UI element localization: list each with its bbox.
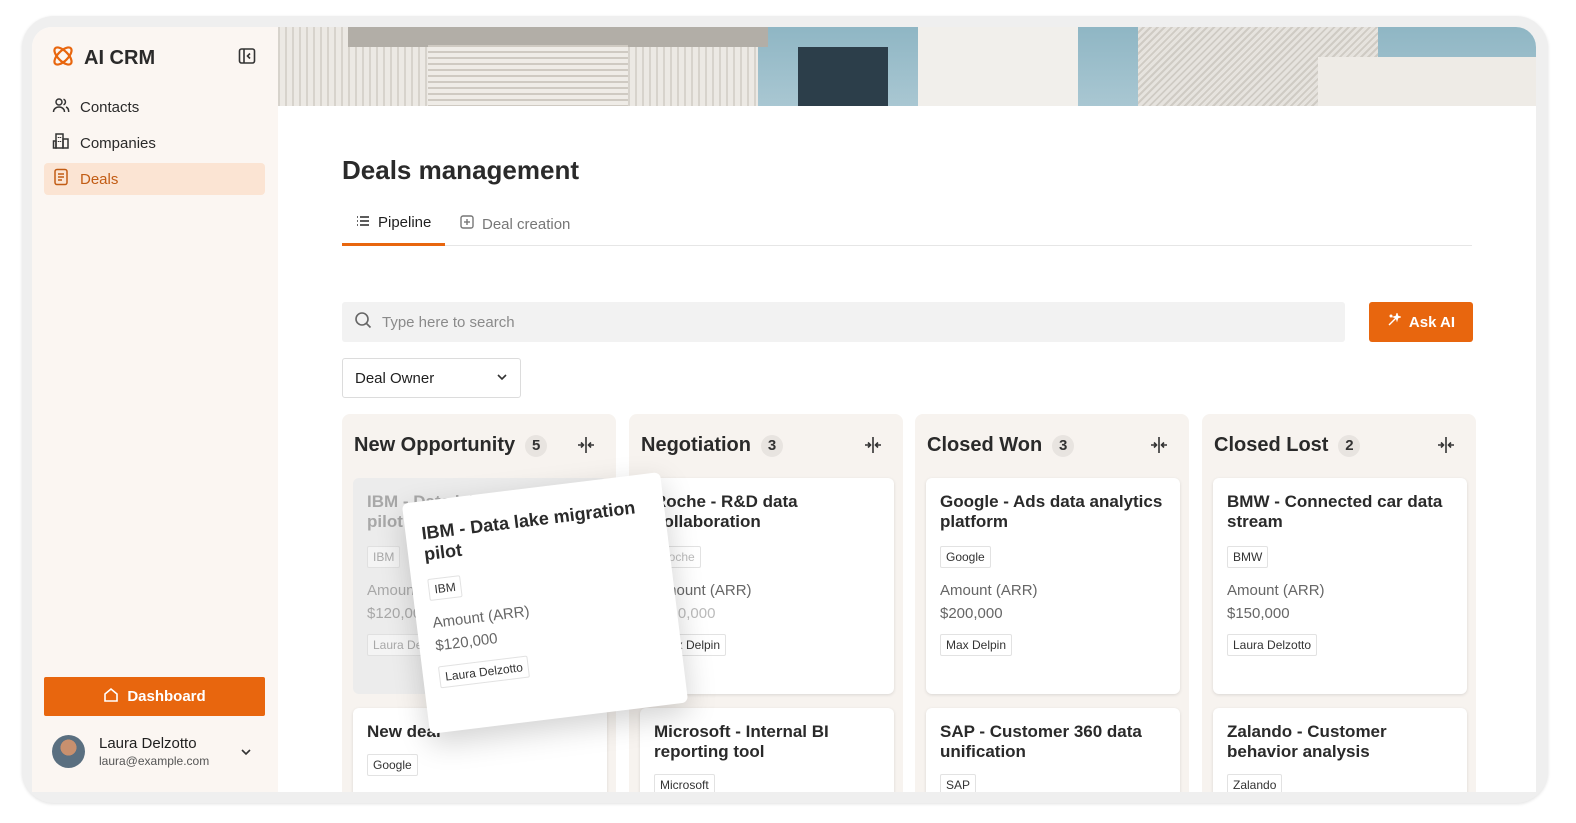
amount-value: $200,000 — [940, 605, 1003, 622]
deal-card[interactable]: Zalando - Customer behavior analysis Zal… — [1213, 708, 1467, 792]
column-title: Negotiation — [641, 434, 751, 456]
sidebar-nav: Contacts Companies Deals — [44, 91, 265, 199]
collapse-column-icon[interactable] — [1436, 436, 1456, 459]
sidebar-item-companies[interactable]: Companies — [44, 127, 265, 159]
amount-value: $110,000 — [654, 605, 716, 622]
sidebar-item-contacts[interactable]: Contacts — [44, 91, 265, 123]
column-title: New Opportunity — [354, 434, 516, 456]
amount-label: Amount (ARR) — [654, 582, 752, 599]
company-tag: Microsoft — [654, 774, 715, 792]
app-window: AI CRM Contacts Companies Deals Dashboar… — [32, 27, 1536, 792]
search-input[interactable] — [382, 313, 1282, 331]
document-icon — [52, 168, 70, 190]
company-tag: SAP — [940, 774, 977, 792]
ask-ai-label: Ask AI — [1408, 313, 1456, 331]
column-count-badge: 3 — [761, 434, 783, 457]
dashboard-label: Dashboard — [127, 688, 206, 705]
deal-card[interactable]: Microsoft - Internal BI reporting tool M… — [640, 708, 894, 792]
deal-title: Roche - R&D data collaboration — [654, 492, 798, 531]
sidebar-item-label: Contacts — [80, 98, 140, 116]
column-count-badge: 5 — [525, 434, 548, 457]
tab-deal-creation[interactable]: Deal creation — [460, 202, 570, 246]
owner-tag: Laura Delzotto — [437, 655, 530, 689]
tab-pipeline[interactable]: Pipeline — [342, 202, 446, 246]
users-icon — [52, 96, 70, 118]
avatar — [52, 735, 85, 768]
logo-icon — [50, 43, 76, 74]
amount-label: Amount (ARR) — [1227, 582, 1325, 599]
deal-title: BMW - Connected car data stream — [1227, 492, 1443, 531]
company-tag: BMW — [1227, 546, 1269, 568]
owner-tag: Max Delpin — [940, 634, 1013, 656]
tab-label: Deal creation — [482, 215, 571, 233]
pipeline-column-closed-won: Closed Won 3 Google - Ads data analytics… — [915, 414, 1189, 792]
search-icon — [354, 311, 372, 334]
app-name: AI CRM — [84, 47, 156, 69]
collapse-sidebar-button[interactable] — [236, 47, 258, 69]
column-count-badge: 3 — [1052, 434, 1075, 457]
chevron-down-icon[interactable] — [240, 745, 252, 763]
plus-square-icon — [460, 215, 474, 233]
company-tag: Zalando — [1227, 774, 1283, 792]
sidebar-item-deals[interactable]: Deals — [44, 163, 265, 195]
user-name: Laura Delzotto — [99, 735, 197, 752]
ask-ai-button[interactable]: Ask AI — [1369, 302, 1473, 342]
list-icon — [356, 214, 370, 232]
sidebar-item-label: Deals — [80, 170, 119, 188]
building-icon — [52, 132, 70, 154]
sidebar: AI CRM Contacts Companies Deals Dashboar… — [32, 27, 278, 792]
column-count-badge: 2 — [1338, 434, 1361, 457]
user-menu[interactable]: Laura Delzotto laura@example.com — [52, 735, 251, 768]
app-logo[interactable]: AI CRM — [50, 43, 155, 74]
amount-value: $150,000 — [1227, 605, 1290, 622]
deal-owner-value: Deal Owner — [355, 369, 435, 387]
chevron-down-icon — [496, 370, 508, 387]
deal-card[interactable]: Google - Ads data analytics platform Goo… — [926, 478, 1180, 694]
column-title: Closed Won — [927, 434, 1043, 456]
deal-title: Microsoft - Internal BI reporting tool — [654, 722, 829, 761]
home-icon — [103, 687, 119, 707]
pipeline-column-closed-lost: Closed Lost 2 BMW - Connected car data s… — [1202, 414, 1476, 792]
deal-card[interactable]: SAP - Customer 360 data unification SAP — [926, 708, 1180, 792]
deal-title: Zalando - Customer behavior analysis — [1227, 722, 1387, 761]
company-tag: IBM — [367, 546, 401, 568]
tab-bar: Pipeline Deal creation — [342, 202, 1472, 246]
deal-card[interactable]: BMW - Connected car data stream BMW Amou… — [1213, 478, 1467, 694]
sparkle-icon — [1387, 311, 1403, 331]
sidebar-collapse-icon — [238, 47, 256, 70]
search-bar[interactable] — [342, 302, 1345, 342]
amount-label: Amount (ARR) — [940, 582, 1038, 599]
company-tag: Google — [367, 754, 418, 776]
collapse-column-icon[interactable] — [1149, 436, 1169, 459]
page-title: Deals management — [342, 155, 579, 185]
user-email: laura@example.com — [99, 754, 210, 768]
column-title: Closed Lost — [1214, 434, 1329, 456]
tab-label: Pipeline — [378, 214, 432, 231]
deal-owner-dropdown[interactable]: Deal Owner — [342, 358, 521, 398]
dashboard-button[interactable]: Dashboard — [44, 677, 265, 716]
header-banner-image — [278, 27, 1536, 106]
sidebar-item-label: Companies — [80, 134, 156, 152]
deal-title: Google - Ads data analytics platform — [940, 492, 1163, 531]
company-tag: Google — [940, 546, 991, 568]
collapse-column-icon[interactable] — [863, 436, 883, 459]
company-tag: IBM — [427, 575, 463, 602]
owner-tag: Laura Delzotto — [1227, 634, 1318, 656]
deal-title: SAP - Customer 360 data unification — [940, 722, 1142, 761]
dragged-deal-card[interactable]: IBM - Data lake migration pilot IBM Amou… — [401, 472, 689, 734]
collapse-column-icon[interactable] — [576, 436, 596, 459]
